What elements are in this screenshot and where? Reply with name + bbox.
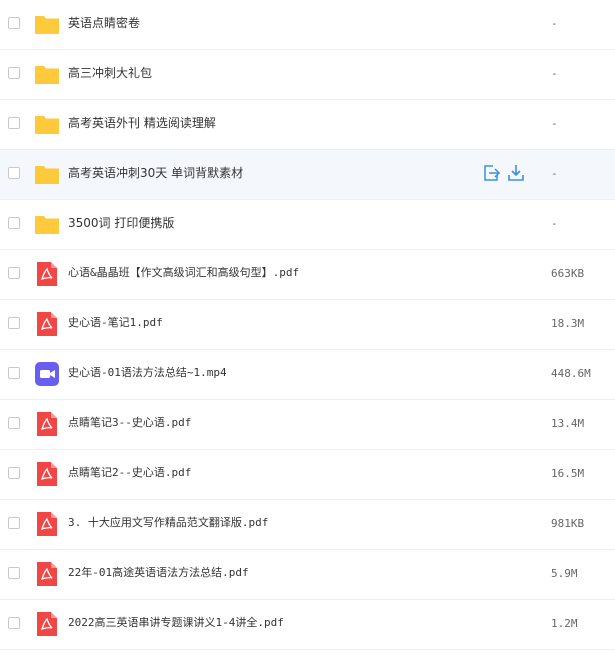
pdf-icon: [34, 511, 60, 537]
file-row[interactable]: 22年-01高途英语语法方法总结.pdf 5.9M: [0, 550, 615, 600]
row-checkbox[interactable]: [8, 317, 20, 329]
row-checkbox[interactable]: [8, 617, 20, 629]
file-name[interactable]: 史心语-01语法方法总结~1.mp4: [68, 365, 227, 381]
row-checkbox[interactable]: [8, 267, 20, 279]
file-size: -: [551, 117, 558, 130]
file-name[interactable]: 高考英语冲刺30天 单词背默素材: [68, 165, 243, 181]
file-size: -: [551, 67, 558, 80]
file-size: -: [551, 217, 558, 230]
file-row[interactable]: 点睛笔记2--史心语.pdf 16.5M: [0, 450, 615, 500]
file-list: 英语点睛密卷 - 高三冲刺大礼包 - 高考英语外刊 精选阅读理解 - 高考英语冲刺30…: [0, 0, 615, 650]
file-size: 981KB: [551, 517, 585, 530]
file-row[interactable]: 高考英语外刊 精选阅读理解 -: [0, 100, 615, 150]
folder-icon: [34, 111, 60, 137]
video-icon: [34, 361, 60, 387]
row-checkbox[interactable]: [8, 517, 20, 529]
file-name[interactable]: 3. 十大应用文写作精品范文翻译版.pdf: [68, 515, 268, 531]
file-row[interactable]: 点睛笔记3--史心语.pdf 13.4M: [0, 400, 615, 450]
file-row[interactable]: 史心语-01语法方法总结~1.mp4 448.6M: [0, 350, 615, 400]
file-row[interactable]: 高三冲刺大礼包 -: [0, 50, 615, 100]
file-size: 663KB: [551, 267, 585, 280]
file-size: 5.9M: [551, 567, 578, 580]
file-name[interactable]: 心语&晶晶班【作文高级词汇和高级句型】.pdf: [68, 265, 299, 281]
file-name[interactable]: 2022高三英语串讲专题课讲义1-4讲全.pdf: [68, 615, 284, 631]
pdf-icon: [34, 311, 60, 337]
file-size: 18.3M: [551, 317, 585, 330]
row-checkbox[interactable]: [8, 467, 20, 479]
file-size: 16.5M: [551, 467, 585, 480]
folder-icon: [34, 61, 60, 87]
file-name[interactable]: 英语点睛密卷: [68, 15, 140, 31]
share-icon[interactable]: [483, 164, 501, 182]
file-row[interactable]: 3500词 打印便携版 -: [0, 200, 615, 250]
row-checkbox[interactable]: [8, 417, 20, 429]
file-row[interactable]: 心语&晶晶班【作文高级词汇和高级句型】.pdf 663KB: [0, 250, 615, 300]
file-name[interactable]: 3500词 打印便携版: [68, 215, 174, 231]
file-row[interactable]: 史心语-笔记1.pdf 18.3M: [0, 300, 615, 350]
pdf-icon: [34, 461, 60, 487]
pdf-icon: [34, 261, 60, 287]
row-checkbox[interactable]: [8, 567, 20, 579]
file-name[interactable]: 点睛笔记3--史心语.pdf: [68, 415, 191, 431]
file-name[interactable]: 点睛笔记2--史心语.pdf: [68, 465, 191, 481]
file-size: 1.2M: [551, 617, 578, 630]
file-row[interactable]: 英语点睛密卷 -: [0, 0, 615, 50]
file-size: -: [551, 17, 558, 30]
folder-icon: [34, 11, 60, 37]
pdf-icon: [34, 561, 60, 587]
row-checkbox[interactable]: [8, 167, 20, 179]
row-checkbox[interactable]: [8, 217, 20, 229]
folder-icon: [34, 161, 60, 187]
file-size: 13.4M: [551, 417, 585, 430]
pdf-icon: [34, 411, 60, 437]
file-name[interactable]: 史心语-笔记1.pdf: [68, 315, 163, 331]
file-name[interactable]: 22年-01高途英语语法方法总结.pdf: [68, 565, 249, 581]
file-row[interactable]: 2022高三英语串讲专题课讲义1-4讲全.pdf 1.2M: [0, 600, 615, 650]
row-checkbox[interactable]: [8, 17, 20, 29]
download-icon[interactable]: [507, 164, 525, 182]
folder-icon: [34, 211, 60, 237]
file-row[interactable]: 3. 十大应用文写作精品范文翻译版.pdf 981KB: [0, 500, 615, 550]
file-size: 448.6M: [551, 367, 591, 380]
file-row[interactable]: 高考英语冲刺30天 单词背默素材 -: [0, 150, 615, 200]
pdf-icon: [34, 611, 60, 637]
file-name[interactable]: 高三冲刺大礼包: [68, 65, 152, 81]
file-name[interactable]: 高考英语外刊 精选阅读理解: [68, 115, 216, 131]
row-checkbox[interactable]: [8, 117, 20, 129]
row-checkbox[interactable]: [8, 67, 20, 79]
row-checkbox[interactable]: [8, 367, 20, 379]
file-size: -: [551, 167, 558, 180]
